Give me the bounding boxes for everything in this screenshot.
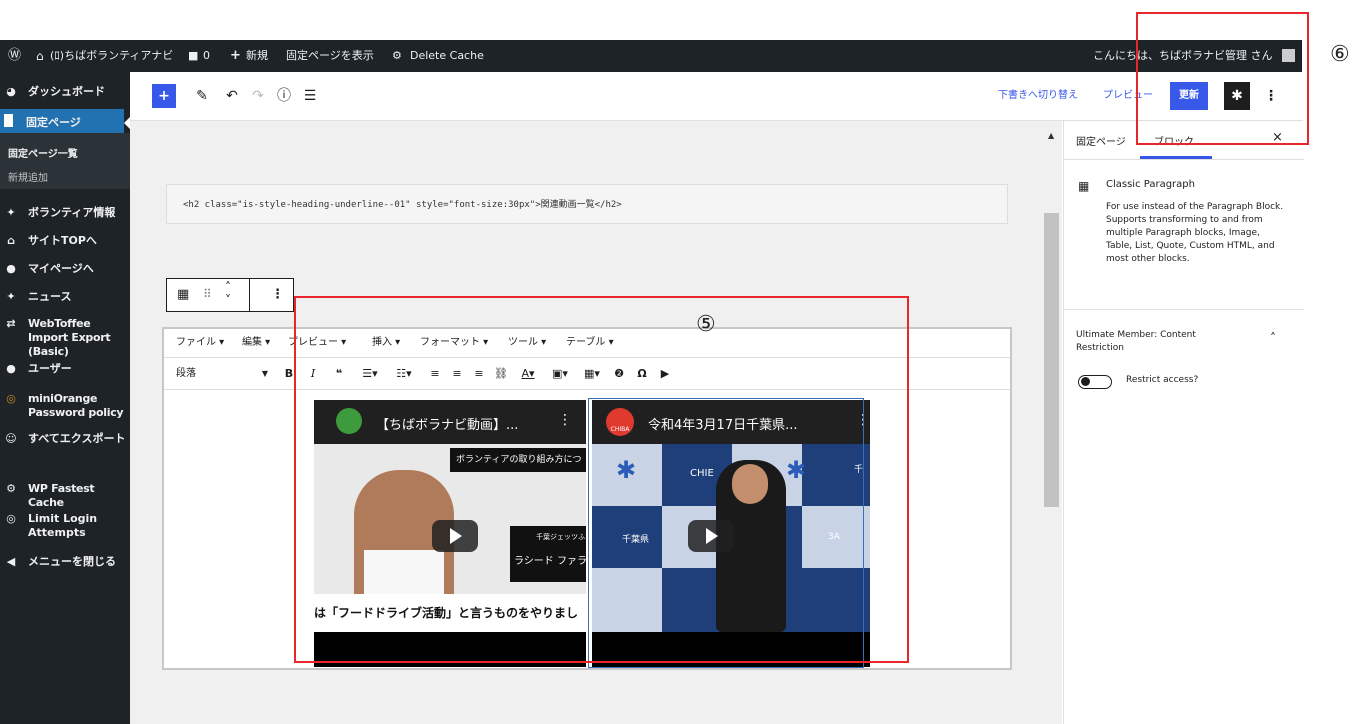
sidebar-item-label: すべてエクスポート (28, 432, 126, 445)
sidebar-item-label: ダッシュボード (28, 85, 105, 98)
block-toolbar: ▦ ⠿ ˄ ˅ ⋮ (166, 278, 294, 312)
sidebar-item-label: マイページへ (28, 262, 94, 275)
chevron-down-icon: ▼ (261, 369, 268, 378)
sidebar-item-pages[interactable]: 固定ページ (0, 109, 124, 133)
drag-handle-icon[interactable]: ⠿ (203, 287, 212, 301)
pin-icon: ✦ (6, 206, 16, 219)
html-code-block[interactable]: <h2 class="is-style-heading-underline--0… (166, 184, 1008, 224)
cache-icon: ⚙ (6, 482, 16, 495)
comment-icon[interactable]: ■ (188, 40, 198, 72)
wordpress-logo-icon[interactable]: Ⓦ (8, 40, 21, 72)
toggle-label: Restrict access? (1126, 375, 1199, 385)
block-name: Classic Paragraph (1106, 179, 1195, 190)
dashboard-icon: ◕ (6, 85, 16, 98)
menu-file[interactable]: ファイル ▾ (176, 329, 224, 357)
list-view-icon[interactable]: ☰ (300, 84, 320, 108)
sidebar-item-label: サイトTOPへ (28, 234, 97, 247)
delete-cache-link[interactable]: Delete Cache (410, 40, 484, 72)
info-icon[interactable]: ⓘ (274, 84, 294, 108)
miniorange-icon: ◎ (6, 392, 16, 405)
scroll-up-icon[interactable]: ▲ (1048, 131, 1054, 140)
home-icon[interactable]: ⌂ (36, 40, 44, 72)
divider (1064, 309, 1304, 310)
submenu-all-pages[interactable]: 固定ページ一覧 (8, 148, 78, 162)
cache-icon: ⚙ (392, 49, 402, 62)
panel-section-title[interactable]: Ultimate Member: Content Restriction (1076, 329, 1226, 355)
sidebar-item-label: WP Fastest Cache (28, 482, 95, 509)
users-icon: ● (6, 362, 16, 375)
sidebar-item-label: ボランティア情報 (28, 206, 116, 219)
undo-icon[interactable]: ↶ (222, 84, 242, 108)
comments-count[interactable]: 0 (203, 40, 210, 72)
switch-to-draft-button[interactable]: 下書きへ切り替え (988, 84, 1088, 108)
block-options-icon[interactable]: ⋮ (271, 287, 284, 302)
move-updown-icon[interactable]: ˄ ˅ (225, 281, 231, 307)
menu-edit[interactable]: 編集 ▾ (242, 329, 270, 357)
admin-bar: Ⓦ ⌂ (ﾛ)ちばボランティアナビ ■ 0 + 新規 固定ページを表示 ⚙ De… (0, 40, 1302, 72)
divider (1064, 159, 1304, 160)
tab-page[interactable]: 固定ページ (1076, 133, 1126, 148)
sidebar-item-label: メニューを閉じる (28, 555, 116, 568)
classic-block-icon: ▦ (1078, 179, 1090, 193)
sidebar-item-label: WebToffee Import Export (Basic) (28, 317, 111, 358)
home-icon: ⌂ (7, 234, 15, 247)
lock-icon: ◎ (6, 512, 16, 525)
user-icon: ● (6, 262, 16, 275)
import-icon: ⇄ (6, 317, 16, 330)
collapse-icon: ◀ (6, 555, 16, 568)
annotation-box-6 (1136, 12, 1309, 145)
view-page-link[interactable]: 固定ページを表示 (286, 40, 374, 72)
sidebar-item-label: 固定ページ (26, 116, 81, 129)
toolbar-divider (249, 279, 250, 311)
settings-sidebar: 固定ページ ブロック × ▦ Classic Paragraph For use… (1063, 121, 1304, 724)
annotation-label-5: ⑤ (696, 312, 716, 337)
page-icon (4, 114, 13, 127)
sidebar-item-label: ユーザー (28, 362, 72, 375)
editor-toolbar: + ✎ ↶ ↷ ⓘ ☰ 下書きへ切り替え プレビュー 更新 ✱ ⋮ (130, 72, 1303, 121)
sidebar-item-label: ニュース (28, 290, 72, 303)
new-link[interactable]: 新規 (246, 40, 268, 72)
toggle-knob (1081, 377, 1090, 386)
chevron-up-icon[interactable]: ˄ (1270, 331, 1276, 345)
submenu-add-new[interactable]: 新規追加 (8, 172, 48, 186)
site-name-link[interactable]: (ﾛ)ちばボランティアナビ (50, 40, 173, 72)
add-block-button[interactable]: + (152, 84, 176, 108)
block-description: For use instead of the Paragraph Block. … (1106, 202, 1284, 264)
format-select-value: 段落 (176, 368, 196, 379)
plus-icon: + (230, 48, 241, 63)
annotation-box-5 (294, 296, 909, 663)
admin-sidebar: ◕ ダッシュボード 固定ページ 固定ページ一覧 新規追加 ✦ ボランティア情報 … (0, 72, 130, 724)
sidebar-item-label: miniOrange Password policy (28, 392, 124, 419)
edit-tool-icon[interactable]: ✎ (192, 84, 212, 108)
format-select[interactable]: 段落 ▼ (176, 365, 272, 383)
export-icon: ☺ (5, 432, 17, 445)
sidebar-item-label: Limit Login Attempts (28, 512, 98, 539)
scrollbar-thumb[interactable] (1044, 213, 1059, 507)
classic-block-icon[interactable]: ▦ (177, 287, 189, 302)
restrict-access-toggle[interactable] (1078, 375, 1112, 389)
pin-icon: ✦ (6, 290, 16, 303)
annotation-label-6: ⑥ (1330, 42, 1350, 67)
redo-icon[interactable]: ↷ (248, 84, 268, 108)
